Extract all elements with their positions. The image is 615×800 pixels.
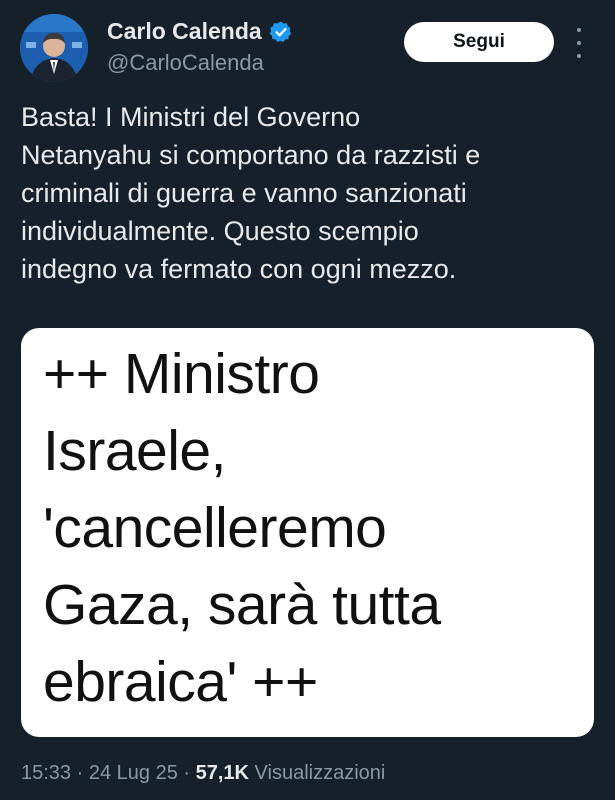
more-dot (577, 54, 581, 58)
tweet-date[interactable]: 24 Lug 25 (89, 762, 178, 784)
tweet-image[interactable]: ++ Ministro Israele, 'cancelleremo Gaza,… (21, 328, 594, 737)
meta-separator: · (71, 762, 89, 784)
author-handle[interactable]: @CarloCalenda (107, 50, 264, 76)
follow-button[interactable]: Segui (404, 22, 554, 62)
more-dot (577, 28, 581, 32)
image-text: ++ Ministro Israele, 'cancelleremo Gaza,… (43, 342, 441, 714)
meta-separator: · (177, 762, 196, 784)
tweet-time[interactable]: 15:33 (21, 762, 71, 784)
verified-badge-icon (269, 21, 291, 42)
author-name-row[interactable]: Carlo Calenda (107, 18, 293, 45)
views-count: 57,1K (195, 762, 249, 784)
views-label: Visualizzazioni (254, 762, 386, 784)
tweet-meta: 15:33 · 24 Lug 25 · 57,1K Visualizzazion… (21, 762, 385, 785)
profile-photo (20, 14, 88, 82)
more-options-icon[interactable] (572, 28, 586, 58)
tweet-text: Basta! I Ministri del Governo Netanyahu … (21, 102, 481, 284)
author-name[interactable]: Carlo Calenda (107, 18, 262, 45)
avatar[interactable] (20, 14, 88, 82)
more-dot (577, 41, 581, 45)
